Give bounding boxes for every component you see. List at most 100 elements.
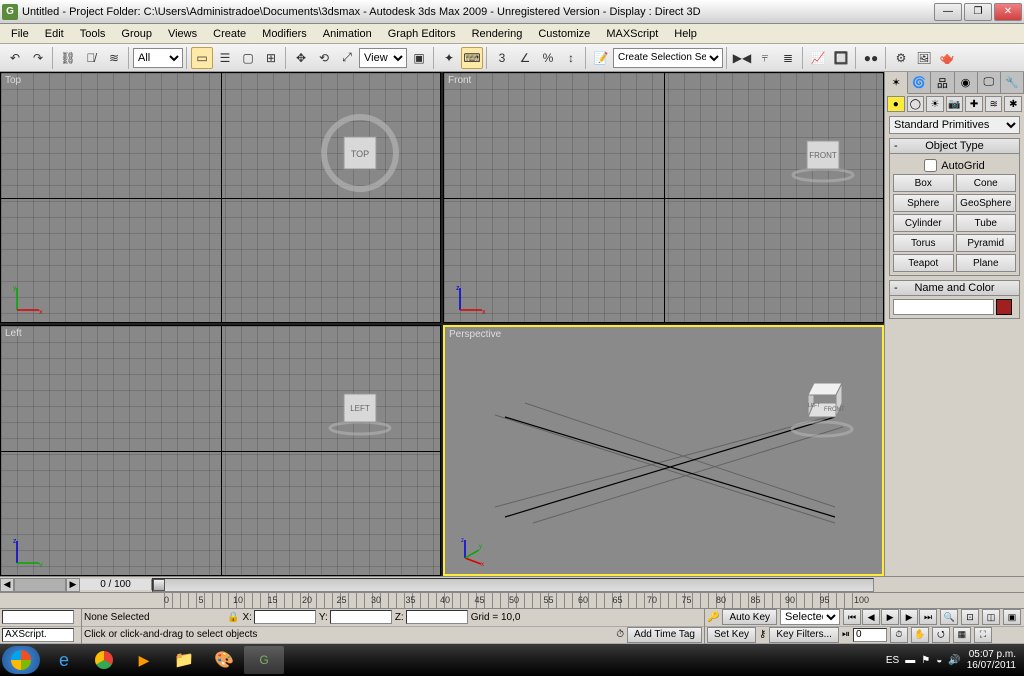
window-crossing-button[interactable]: ⊞ [260, 47, 282, 69]
primitive-torus[interactable]: Torus [893, 234, 954, 252]
prev-frame-button[interactable]: ◀ [862, 609, 880, 625]
tab-display[interactable]: 🖵 [978, 72, 1001, 93]
primitive-teapot[interactable]: Teapot [893, 254, 954, 272]
task-3dsmax[interactable]: G [244, 646, 284, 674]
menu-maxscript[interactable]: MAXScript [599, 26, 665, 42]
render-button[interactable]: 🫖 [936, 47, 958, 69]
select-region-button[interactable]: ▢ [237, 47, 259, 69]
primitive-category-select[interactable]: Standard Primitives [889, 116, 1020, 134]
task-ie[interactable]: e [44, 646, 84, 674]
minimize-button[interactable]: — [934, 3, 962, 21]
viewcube-top[interactable]: TOP [320, 113, 400, 193]
align-button[interactable]: ⫧ [754, 47, 776, 69]
task-explorer[interactable]: 📁 [164, 646, 204, 674]
time-slider[interactable] [152, 578, 874, 592]
tray-updates-icon[interactable]: ◒ [936, 655, 942, 666]
autokey-button[interactable]: Auto Key [722, 609, 777, 625]
curve-editor-button[interactable]: 📈 [807, 47, 829, 69]
menu-create[interactable]: Create [206, 26, 253, 42]
menu-file[interactable]: File [4, 26, 36, 42]
lock-icon[interactable]: 🔒 [227, 612, 239, 623]
primitive-cylinder[interactable]: Cylinder [893, 214, 954, 232]
nav-pan-button[interactable]: ✋ [911, 627, 929, 643]
rotate-button[interactable]: ⟲ [313, 47, 335, 69]
snap-button[interactable]: 3 [491, 47, 513, 69]
coord-z-input[interactable] [406, 610, 468, 624]
spinner-snap-button[interactable]: ↕ [560, 47, 582, 69]
redo-button[interactable]: ↷ [27, 47, 49, 69]
key-marker-icon[interactable]: ⚷ [759, 629, 766, 640]
viewcube-left[interactable]: LEFT [320, 366, 400, 446]
layers-button[interactable]: ≣ [777, 47, 799, 69]
menu-customize[interactable]: Customize [531, 26, 597, 42]
scroll-left-button[interactable]: ◀ [0, 578, 14, 592]
undo-button[interactable]: ↶ [4, 47, 26, 69]
coord-x-input[interactable] [254, 610, 316, 624]
nav-orbit-button[interactable]: ⭯ [932, 627, 950, 643]
primitive-box[interactable]: Box [893, 174, 954, 192]
material-editor-button[interactable]: ●● [860, 47, 882, 69]
tab-utilities[interactable]: 🔧 [1001, 72, 1024, 93]
keymode-select[interactable]: Selected [780, 609, 840, 625]
link-button[interactable]: ⛓ [57, 47, 79, 69]
start-button[interactable] [2, 646, 40, 674]
nav-zoomall-button[interactable]: ⊡ [961, 609, 979, 625]
rollout-name-color[interactable]: Name and Color [890, 281, 1019, 296]
primitive-tube[interactable]: Tube [956, 214, 1017, 232]
menu-rendering[interactable]: Rendering [465, 26, 530, 42]
viewport-perspective[interactable]: Perspective FRONT [443, 325, 884, 576]
viewport-front[interactable]: Front FRONT xz [443, 72, 884, 323]
selection-filter-select[interactable]: All [133, 48, 183, 68]
render-frame-button[interactable]: 🖼 [913, 47, 935, 69]
viewcube-perspective[interactable]: FRONT LEFT [782, 367, 862, 447]
viewport-top[interactable]: Top TOP xy [0, 72, 441, 323]
named-selection-select[interactable]: Create Selection Set [613, 48, 723, 68]
object-name-input[interactable] [893, 299, 994, 315]
tab-hierarchy[interactable]: 品 [931, 72, 954, 93]
primitive-sphere[interactable]: Sphere [893, 194, 954, 212]
menu-animation[interactable]: Animation [316, 26, 379, 42]
primitive-pyramid[interactable]: Pyramid [956, 234, 1017, 252]
tray-lang[interactable]: ES [886, 655, 899, 666]
select-by-name-button[interactable]: ☰ [214, 47, 236, 69]
tray-volume-icon[interactable]: 🔊 [948, 655, 960, 666]
percent-snap-button[interactable]: % [537, 47, 559, 69]
subtab-geometry[interactable]: ● [887, 96, 905, 112]
task-paint[interactable]: 🎨 [204, 646, 244, 674]
nav-fov-button[interactable]: ◫ [982, 609, 1000, 625]
subtab-shapes[interactable]: ◯ [907, 96, 925, 112]
play-button[interactable]: ▶ [881, 609, 899, 625]
subtab-helpers[interactable]: ✚ [965, 96, 983, 112]
goto-start-button[interactable]: ⏮ [843, 609, 861, 625]
ref-coord-select[interactable]: View [359, 48, 407, 68]
scroll-right-button[interactable]: ▶ [66, 578, 80, 592]
named-selection-button[interactable]: 📝 [590, 47, 612, 69]
schematic-view-button[interactable]: 🔲 [830, 47, 852, 69]
menu-edit[interactable]: Edit [38, 26, 71, 42]
menu-help[interactable]: Help [667, 26, 704, 42]
nav-minmax-button[interactable]: ⛶ [974, 627, 992, 643]
time-config-button[interactable]: ⏱ [890, 627, 908, 643]
nav-zoomext-button[interactable]: ▣ [1003, 609, 1021, 625]
tray-clock[interactable]: 05:07 p.m. 16/07/2011 [967, 649, 1016, 671]
primitive-plane[interactable]: Plane [956, 254, 1017, 272]
tab-create[interactable]: ✶ [885, 72, 908, 94]
viewport-left[interactable]: Left LEFT yz [0, 325, 441, 576]
manipulate-button[interactable]: ✦ [438, 47, 460, 69]
subtab-cameras[interactable]: 📷 [946, 96, 964, 112]
add-time-tag-button[interactable]: Add Time Tag [627, 627, 702, 643]
close-button[interactable]: ✕ [994, 3, 1022, 21]
next-frame-button[interactable]: ▶ [900, 609, 918, 625]
primitive-geosphere[interactable]: GeoSphere [956, 194, 1017, 212]
setkey-button[interactable]: Set Key [707, 627, 756, 643]
keyboard-shortcut-button[interactable]: ⌨ [461, 47, 483, 69]
tab-motion[interactable]: ◉ [955, 72, 978, 93]
menu-views[interactable]: Views [161, 26, 204, 42]
time-tag-icon[interactable]: ⏱ [616, 629, 624, 640]
rollout-object-type[interactable]: Object Type [890, 139, 1019, 154]
mirror-button[interactable]: ▶◀ [731, 47, 753, 69]
task-chrome[interactable] [84, 646, 124, 674]
move-button[interactable]: ✥ [290, 47, 312, 69]
unlink-button[interactable]: ⛓̸ [80, 47, 102, 69]
coord-y-input[interactable] [330, 610, 392, 624]
